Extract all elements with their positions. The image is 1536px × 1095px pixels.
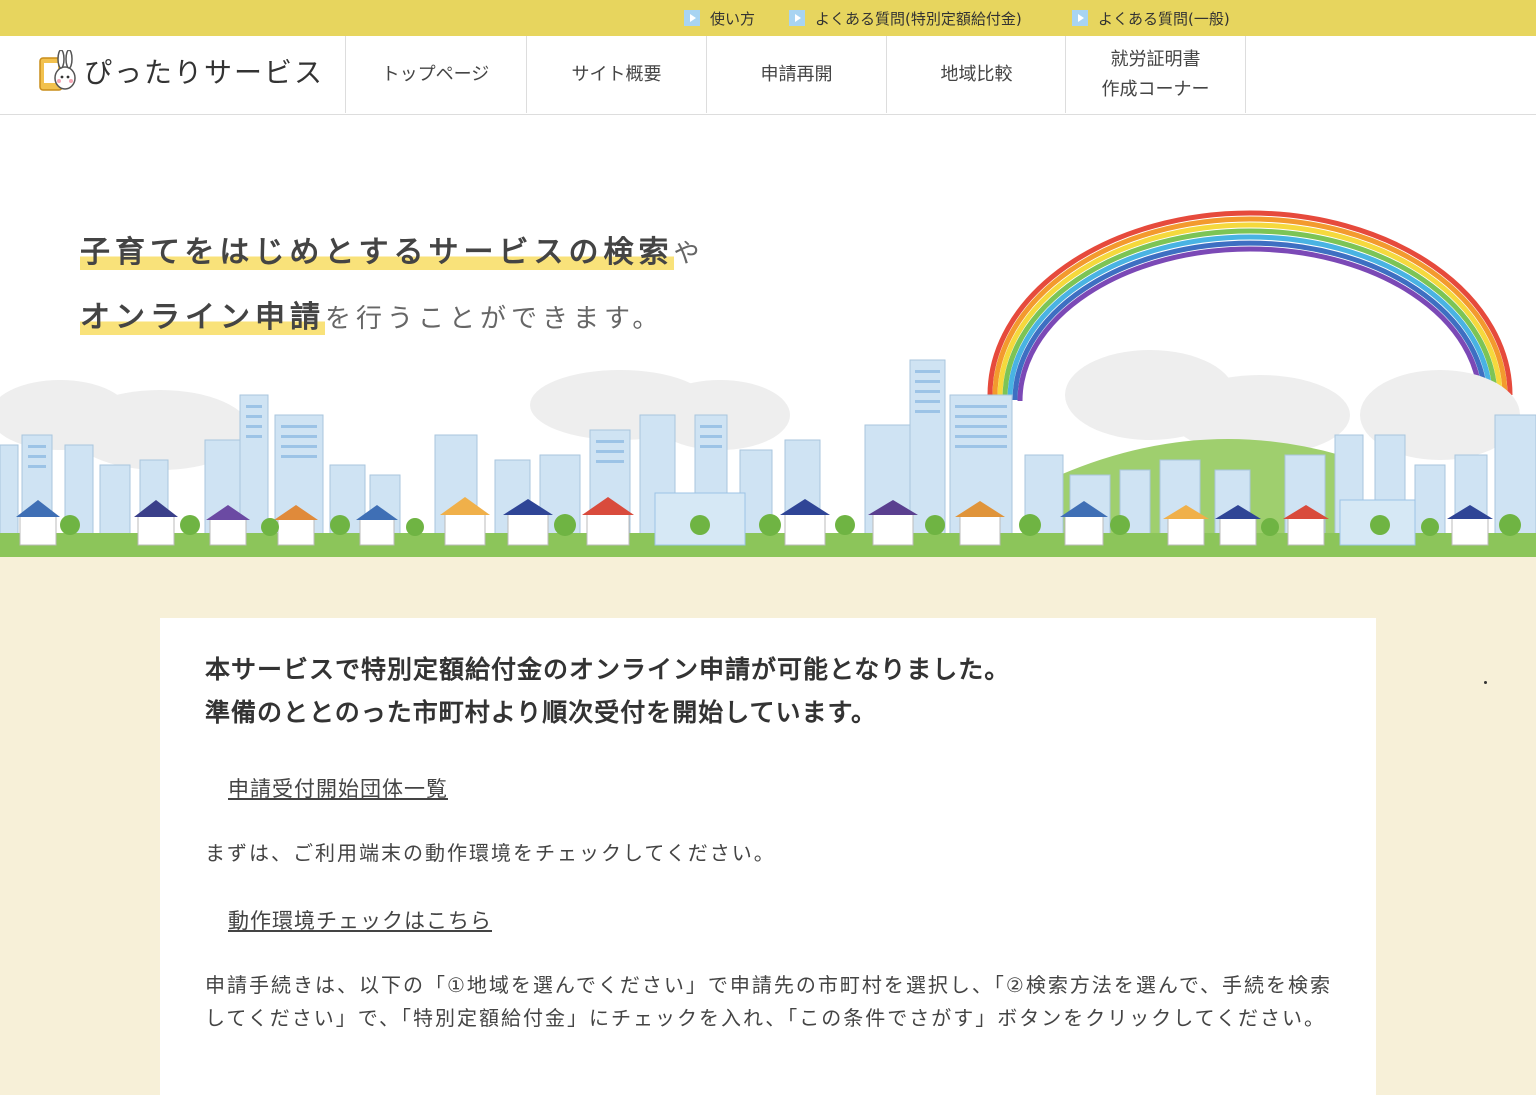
cityscape-rainbow-illustration xyxy=(0,210,1536,557)
site-logo[interactable]: ぴったりサービス xyxy=(38,49,325,92)
site-logo-text: ぴったりサービス xyxy=(84,56,325,89)
play-arrow-icon xyxy=(789,10,805,26)
nav-top-page[interactable]: トップページ xyxy=(345,36,525,113)
play-arrow-icon xyxy=(684,10,700,26)
nav-label: 地域比較 xyxy=(940,63,1013,85)
env-check-link[interactable]: 動作環境チェックはこちら xyxy=(228,905,492,935)
application-instructions: 申請手続きは、以下の「①地域を選んでください」で申請先の市町村を選択し、「②検索… xyxy=(205,973,1333,1030)
toplink-label: よくある質問(特別定額給付金) xyxy=(815,9,1022,28)
toplink-how-to-use[interactable]: 使い方 xyxy=(684,6,755,30)
nav-label: 就労証明書 作成コーナー xyxy=(1102,45,1210,105)
announcement-card: 本サービスで特別定額給付金のオンライン申請が可能となりました。 準備のととのった… xyxy=(160,618,1376,1095)
nav-label-line2: 作成コーナー xyxy=(1101,78,1210,100)
nav-label: 申請再開 xyxy=(760,63,833,85)
nav-employment-certificate[interactable]: 就労証明書 作成コーナー xyxy=(1065,36,1246,113)
stray-dot xyxy=(1484,681,1487,684)
hero-banner: 子育てをはじめとするサービスの検索や オンライン申請を行うことができます。 xyxy=(0,115,1536,557)
toplink-label: よくある質問(一般) xyxy=(1098,9,1230,28)
rabbit-phone-logo-icon xyxy=(38,49,78,92)
toplink-faq-general[interactable]: よくある質問(一般) xyxy=(1072,6,1230,30)
nav-resume-application[interactable]: 申請再開 xyxy=(706,36,886,113)
site-header: ぴったりサービス トップページ サイト概要 申請再開 地域比較 就労証明書 作成… xyxy=(0,36,1536,115)
nav-label: サイト概要 xyxy=(571,63,662,85)
nav-label-line1: 就労証明書 xyxy=(1110,48,1201,70)
announcement-title-line1: 本サービスで特別定額給付金のオンライン申請が可能となりました。 xyxy=(205,655,1011,684)
nav-site-overview[interactable]: サイト概要 xyxy=(526,36,706,113)
announcement-title: 本サービスで特別定額給付金のオンライン申請が可能となりました。 準備のととのった… xyxy=(205,648,1010,734)
toplink-faq-benefit[interactable]: よくある質問(特別定額給付金) xyxy=(789,6,1022,30)
accepting-municipalities-link[interactable]: 申請受付開始団体一覧 xyxy=(228,773,448,803)
announcement-title-line2: 準備のととのった市町村より順次受付を開始しています。 xyxy=(205,698,878,727)
nav-region-compare[interactable]: 地域比較 xyxy=(886,36,1066,113)
play-arrow-icon xyxy=(1072,10,1088,26)
env-check-instruction: まずは、ご利用端末の動作環境をチェックしてください。 xyxy=(205,841,776,865)
nav-label: トップページ xyxy=(381,63,490,85)
toplink-label: 使い方 xyxy=(710,9,756,28)
top-utility-bar: 使い方 よくある質問(特別定額給付金) よくある質問(一般) xyxy=(0,0,1536,36)
